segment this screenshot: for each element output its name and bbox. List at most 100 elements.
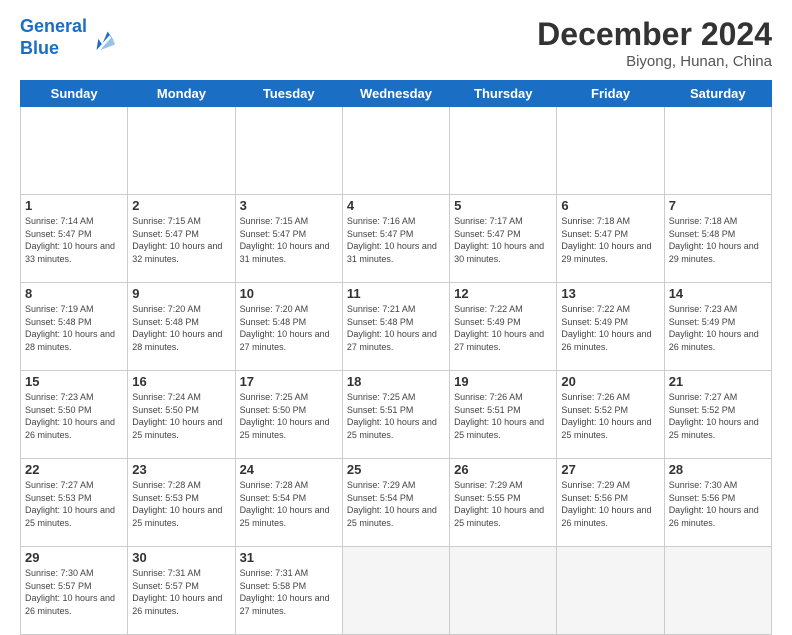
calendar-cell: 17Sunrise: 7:25 AMSunset: 5:50 PMDayligh… [235,371,342,459]
col-saturday: Saturday [664,81,771,107]
day-info: Sunrise: 7:23 AMSunset: 5:50 PMDaylight:… [25,391,123,441]
calendar-cell: 7Sunrise: 7:18 AMSunset: 5:48 PMDaylight… [664,195,771,283]
calendar-cell [664,107,771,195]
col-sunday: Sunday [21,81,128,107]
calendar-cell: 21 Sunrise: 7:27 AMSunset: 5:52 PMDayligh… [664,371,771,459]
calendar-header-row: Sunday Monday Tuesday Wednesday Thursday… [21,81,772,107]
day-number: 27 [561,462,659,477]
day-info: Sunrise: 7:26 AMSunset: 5:52 PMDaylight:… [561,391,659,441]
day-number: 28 [669,462,767,477]
title-area: December 2024 Biyong, Hunan, China [537,16,772,70]
day-info: Sunrise: 7:24 AMSunset: 5:50 PMDaylight:… [132,391,230,441]
calendar-cell [557,547,664,635]
day-info: Sunrise: 7:18 AMSunset: 5:47 PMDaylight:… [561,215,659,265]
calendar-week-row-1: 1Sunrise: 7:14 AMSunset: 5:47 PMDaylight… [21,195,772,283]
day-number: 10 [240,286,338,301]
day-info: Sunrise: 7:27 AMSunset: 5:53 PMDaylight:… [25,479,123,529]
calendar-cell: 16 Sunrise: 7:24 AMSunset: 5:50 PMDayligh… [128,371,235,459]
day-info: Sunrise: 7:26 AMSunset: 5:51 PMDaylight:… [454,391,552,441]
day-info: Sunrise: 7:27 AMSunset: 5:52 PMDaylight:… [669,391,767,441]
calendar-week-row-2: 8 Sunrise: 7:19 AMSunset: 5:48 PMDaylight… [21,283,772,371]
calendar-cell: 19 Sunrise: 7:26 AMSunset: 5:51 PMDayligh… [450,371,557,459]
calendar-cell: 10Sunrise: 7:20 AMSunset: 5:48 PMDayligh… [235,283,342,371]
calendar-cell [235,107,342,195]
day-number: 6 [561,198,659,213]
subtitle: Biyong, Hunan, China [537,53,772,70]
calendar-table: Sunday Monday Tuesday Wednesday Thursday… [20,80,772,635]
calendar-cell: 13Sunrise: 7:22 AMSunset: 5:49 PMDayligh… [557,283,664,371]
logo-text: General Blue [20,16,87,59]
calendar-cell [450,547,557,635]
day-info: Sunrise: 7:31 AMSunset: 5:57 PMDaylight:… [132,567,230,617]
day-info: Sunrise: 7:14 AMSunset: 5:47 PMDaylight:… [25,215,123,265]
day-number: 20 [561,374,659,389]
calendar-cell: 1Sunrise: 7:14 AMSunset: 5:47 PMDaylight… [21,195,128,283]
day-info: Sunrise: 7:16 AMSunset: 5:47 PMDaylight:… [347,215,445,265]
calendar-cell: 30 Sunrise: 7:31 AMSunset: 5:57 PMDayligh… [128,547,235,635]
day-number: 11 [347,286,445,301]
calendar-cell: 6 Sunrise: 7:18 AMSunset: 5:47 PMDaylight… [557,195,664,283]
day-info: Sunrise: 7:29 AMSunset: 5:54 PMDaylight:… [347,479,445,529]
calendar-cell [342,547,449,635]
day-number: 23 [132,462,230,477]
day-info: Sunrise: 7:22 AMSunset: 5:49 PMDaylight:… [561,303,659,353]
day-number: 5 [454,198,552,213]
day-info: Sunrise: 7:31 AMSunset: 5:58 PMDaylight:… [240,567,338,617]
day-number: 22 [25,462,123,477]
calendar-cell [21,107,128,195]
calendar-cell: 15 Sunrise: 7:23 AMSunset: 5:50 PMDayligh… [21,371,128,459]
col-friday: Friday [557,81,664,107]
day-number: 30 [132,550,230,565]
calendar-week-row-3: 15 Sunrise: 7:23 AMSunset: 5:50 PMDayligh… [21,371,772,459]
calendar-cell: 20 Sunrise: 7:26 AMSunset: 5:52 PMDayligh… [557,371,664,459]
calendar-cell: 29 Sunrise: 7:30 AMSunset: 5:57 PMDayligh… [21,547,128,635]
day-number: 8 [25,286,123,301]
calendar-cell: 5 Sunrise: 7:17 AMSunset: 5:47 PMDaylight… [450,195,557,283]
day-info: Sunrise: 7:22 AMSunset: 5:49 PMDaylight:… [454,303,552,353]
day-info: Sunrise: 7:15 AMSunset: 5:47 PMDaylight:… [240,215,338,265]
calendar-cell: 2Sunrise: 7:15 AMSunset: 5:47 PMDaylight… [128,195,235,283]
calendar-cell: 11Sunrise: 7:21 AMSunset: 5:48 PMDayligh… [342,283,449,371]
day-number: 9 [132,286,230,301]
day-info: Sunrise: 7:30 AMSunset: 5:56 PMDaylight:… [669,479,767,529]
header: General Blue December 2024 Biyong, Hunan… [20,16,772,70]
calendar-cell: 24 Sunrise: 7:28 AMSunset: 5:54 PMDayligh… [235,459,342,547]
calendar-cell: 14Sunrise: 7:23 AMSunset: 5:49 PMDayligh… [664,283,771,371]
day-info: Sunrise: 7:19 AMSunset: 5:48 PMDaylight:… [25,303,123,353]
logo: General Blue [20,16,117,59]
page: General Blue December 2024 Biyong, Hunan… [0,0,792,612]
day-number: 26 [454,462,552,477]
day-number: 29 [25,550,123,565]
day-number: 16 [132,374,230,389]
calendar-cell [342,107,449,195]
calendar-cell [128,107,235,195]
day-info: Sunrise: 7:28 AMSunset: 5:53 PMDaylight:… [132,479,230,529]
calendar-cell: 27 Sunrise: 7:29 AMSunset: 5:56 PMDayligh… [557,459,664,547]
calendar-cell: 4 Sunrise: 7:16 AMSunset: 5:47 PMDaylight… [342,195,449,283]
calendar-cell: 18 Sunrise: 7:25 AMSunset: 5:51 PMDayligh… [342,371,449,459]
day-info: Sunrise: 7:29 AMSunset: 5:56 PMDaylight:… [561,479,659,529]
day-number: 7 [669,198,767,213]
calendar-cell: 28 Sunrise: 7:30 AMSunset: 5:56 PMDayligh… [664,459,771,547]
day-info: Sunrise: 7:29 AMSunset: 5:55 PMDaylight:… [454,479,552,529]
day-number: 15 [25,374,123,389]
day-number: 24 [240,462,338,477]
day-info: Sunrise: 7:25 AMSunset: 5:51 PMDaylight:… [347,391,445,441]
day-info: Sunrise: 7:17 AMSunset: 5:47 PMDaylight:… [454,215,552,265]
day-info: Sunrise: 7:28 AMSunset: 5:54 PMDaylight:… [240,479,338,529]
col-tuesday: Tuesday [235,81,342,107]
calendar-cell [450,107,557,195]
day-info: Sunrise: 7:30 AMSunset: 5:57 PMDaylight:… [25,567,123,617]
day-number: 18 [347,374,445,389]
col-wednesday: Wednesday [342,81,449,107]
calendar-week-row-0 [21,107,772,195]
calendar-cell: 8 Sunrise: 7:19 AMSunset: 5:48 PMDaylight… [21,283,128,371]
day-number: 25 [347,462,445,477]
day-number: 4 [347,198,445,213]
calendar-cell: 3Sunrise: 7:15 AMSunset: 5:47 PMDaylight… [235,195,342,283]
day-number: 21 [669,374,767,389]
day-number: 31 [240,550,338,565]
day-number: 19 [454,374,552,389]
day-number: 12 [454,286,552,301]
day-number: 17 [240,374,338,389]
